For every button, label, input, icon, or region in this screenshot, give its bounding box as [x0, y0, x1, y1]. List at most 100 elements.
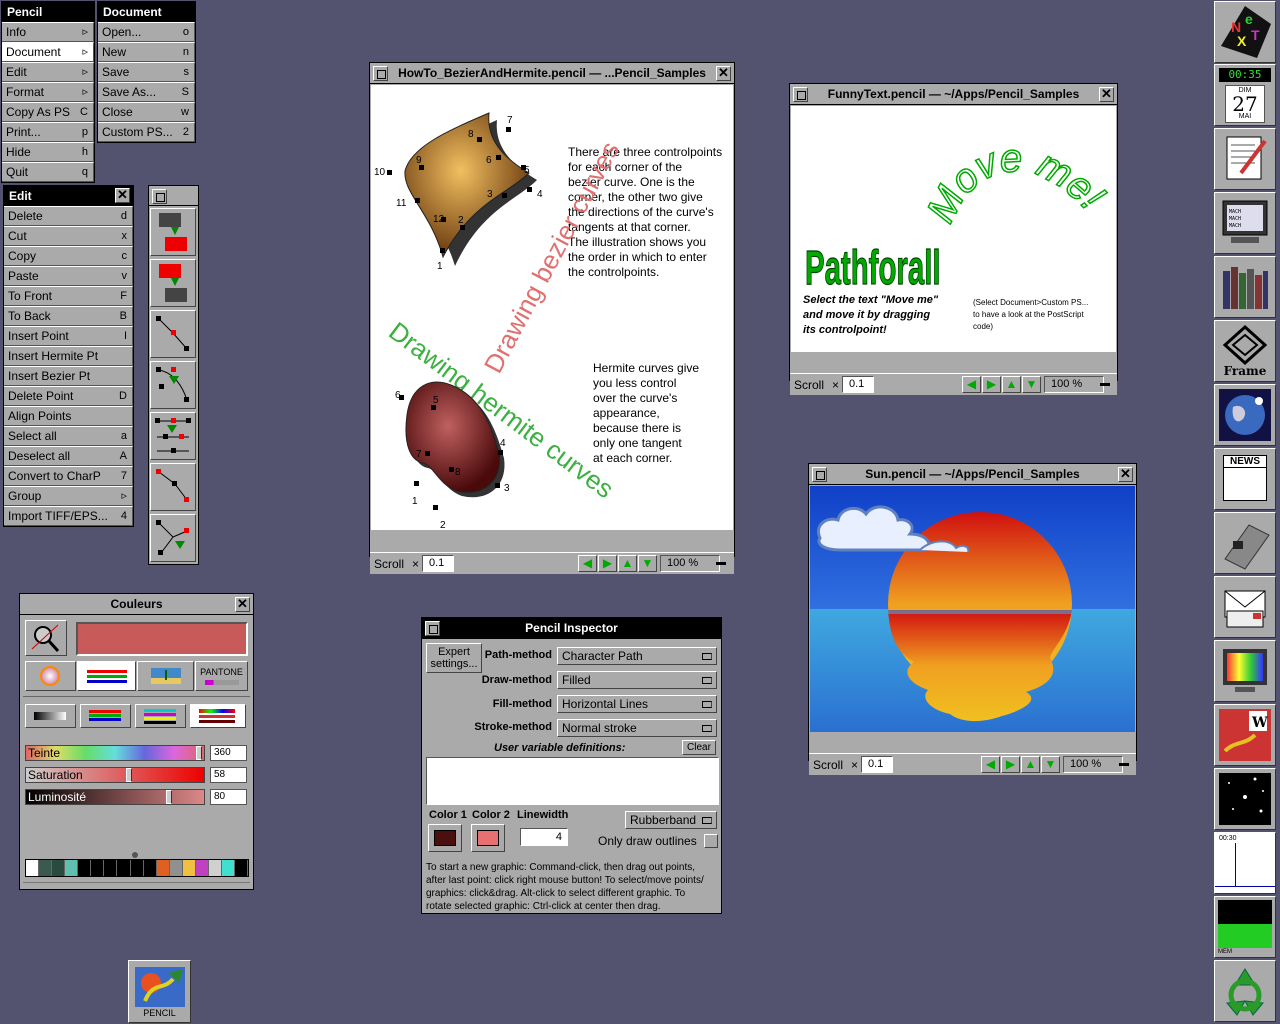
- scroll-down-icon[interactable]: ▼: [1041, 756, 1060, 773]
- clock-calendar-icon[interactable]: 00:35 DIM 27 MAI: [1214, 64, 1276, 126]
- send-backward-tool-icon[interactable]: [150, 259, 196, 307]
- menu-item-edit[interactable]: Edit ▹: [2, 62, 94, 82]
- close-icon[interactable]: ✕: [1099, 87, 1114, 102]
- slider-knob[interactable]: [196, 746, 202, 760]
- mailbox-app-icon[interactable]: [1214, 512, 1276, 574]
- zoom-level[interactable]: 100 %: [1063, 756, 1123, 773]
- palette-swatch[interactable]: [130, 860, 144, 876]
- miniaturize-icon[interactable]: [793, 87, 808, 102]
- color1-well[interactable]: [428, 824, 462, 852]
- globe-app-icon[interactable]: [1214, 384, 1276, 446]
- close-icon[interactable]: ✕: [1118, 467, 1133, 482]
- zoom-dropdown-icon[interactable]: ▬: [1100, 376, 1114, 393]
- zoom-level[interactable]: 100 %: [660, 555, 720, 572]
- palette-swatch[interactable]: [143, 860, 157, 876]
- bezier-tool-icon[interactable]: [150, 361, 196, 409]
- menu-item-cut[interactable]: Cut x: [4, 226, 133, 246]
- menu-item-hide[interactable]: Hide h: [2, 142, 94, 162]
- menu-item-new[interactable]: New n: [98, 42, 195, 62]
- menu-item-custom-ps[interactable]: Custom PS... 2: [98, 122, 195, 142]
- wordperfect-app-icon[interactable]: W: [1214, 704, 1276, 766]
- sun-window-titlebar[interactable]: Sun.pencil — ~/Apps/Pencil_Samples ✕: [809, 464, 1136, 485]
- menu-item-delete-point[interactable]: Delete Point D: [4, 386, 133, 406]
- inspector-titlebar[interactable]: Pencil Inspector: [422, 618, 721, 639]
- bezier-canvas[interactable]: 1 2 3 4 5 6 7 8 9 10 11 12 There are thr…: [371, 85, 733, 530]
- mail-app-icon[interactable]: [1214, 576, 1276, 638]
- hsb-mode-icon[interactable]: [190, 704, 246, 728]
- menu-item-convert-to-charp[interactable]: Convert to CharP 7: [4, 466, 133, 486]
- color-wheel-mode-icon[interactable]: [25, 661, 76, 691]
- bezier-window-titlebar[interactable]: HowTo_BezierAndHermite.pencil — ...Penci…: [370, 63, 734, 84]
- load-monitor-icon[interactable]: 00:30: [1214, 832, 1276, 894]
- bring-forward-tool-icon[interactable]: [150, 208, 196, 256]
- recycler-icon[interactable]: [1214, 960, 1276, 1022]
- funnytext-window-titlebar[interactable]: FunnyText.pencil — ~/Apps/Pencil_Samples…: [790, 84, 1117, 105]
- scroll-down-icon[interactable]: ▼: [638, 555, 657, 572]
- pencil-app-icon[interactable]: PENCIL: [128, 960, 191, 1023]
- only-draw-outlines-checkbox[interactable]: [704, 834, 718, 848]
- news-app-icon[interactable]: NEWS: [1214, 448, 1276, 510]
- zoom-dropdown-icon[interactable]: ▬: [1119, 756, 1133, 773]
- close-icon[interactable]: ✕: [235, 597, 250, 612]
- slider-knob[interactable]: [126, 768, 132, 782]
- palette-swatch[interactable]: [117, 860, 131, 876]
- slider-knob[interactable]: [166, 790, 172, 804]
- scroll-step-input[interactable]: 0.1: [422, 555, 454, 572]
- scroll-left-icon[interactable]: ◀: [962, 376, 981, 393]
- terminal-app-icon[interactable]: MACH MACH MACH: [1214, 192, 1276, 254]
- memory-monitor-icon[interactable]: MEM: [1214, 896, 1276, 958]
- scroll-down-icon[interactable]: ▼: [1022, 376, 1041, 393]
- miniaturize-icon[interactable]: [812, 467, 827, 482]
- scroll-step-input[interactable]: 0.1: [842, 376, 874, 393]
- clear-button[interactable]: Clear: [682, 740, 716, 755]
- path-method-popup[interactable]: Character Path: [557, 647, 717, 665]
- display-app-icon[interactable]: [1214, 640, 1276, 702]
- cmyk-mode-icon[interactable]: [135, 704, 186, 728]
- scroll-left-icon[interactable]: ◀: [578, 555, 597, 572]
- palette-swatch[interactable]: [26, 860, 40, 876]
- sun-canvas[interactable]: [810, 486, 1135, 732]
- menu-item-insert-hermite-pt[interactable]: Insert Hermite Pt: [4, 346, 133, 366]
- next-logo-icon[interactable]: NeXT: [1214, 1, 1276, 63]
- miniaturize-icon[interactable]: [152, 189, 167, 204]
- scroll-right-icon[interactable]: ▶: [598, 555, 617, 572]
- zoom-dropdown-icon[interactable]: ▬: [716, 555, 730, 572]
- user-variable-textarea[interactable]: [426, 757, 719, 805]
- palette-swatch[interactable]: [104, 860, 118, 876]
- hue-value-field[interactable]: 360: [210, 745, 247, 761]
- menu-item-delete[interactable]: Delete d: [4, 206, 133, 226]
- palette-swatch[interactable]: [235, 860, 249, 876]
- brightness-slider[interactable]: Luminosité: [25, 789, 205, 805]
- menu-item-copy-as-ps[interactable]: Copy As PS C: [2, 102, 94, 122]
- close-icon[interactable]: ✕: [716, 66, 731, 81]
- menu-item-import-tiff-eps[interactable]: Import TIFF/EPS... 4: [4, 506, 133, 526]
- magnifier-icon[interactable]: [25, 620, 67, 656]
- menu-item-save-as[interactable]: Save As... S: [98, 82, 195, 102]
- menu-item-copy[interactable]: Copy c: [4, 246, 133, 266]
- funnytext-canvas[interactable]: Move me! Pathforall Select the text "Mov…: [791, 106, 1116, 352]
- miniaturize-icon[interactable]: [425, 621, 440, 636]
- frame-app-icon[interactable]: Frame: [1214, 320, 1276, 382]
- linewidth-input[interactable]: 4: [520, 828, 568, 846]
- menu-item-to-back[interactable]: To Back B: [4, 306, 133, 326]
- palette-swatch[interactable]: [156, 860, 170, 876]
- scroll-up-icon[interactable]: ▲: [1021, 756, 1040, 773]
- palette-swatch[interactable]: [78, 860, 92, 876]
- librarian-app-icon[interactable]: [1214, 256, 1276, 318]
- scroll-step-input[interactable]: 0.1: [861, 756, 893, 773]
- line-tool-icon[interactable]: [150, 310, 196, 358]
- color-well[interactable]: [76, 622, 248, 656]
- scroll-left-icon[interactable]: ◀: [981, 756, 1000, 773]
- rgb-mode-icon[interactable]: [80, 704, 131, 728]
- sliders-mode-icon[interactable]: [77, 661, 136, 691]
- palette-swatch[interactable]: [208, 860, 222, 876]
- resize-bar[interactable]: [23, 882, 250, 888]
- scroll-up-icon[interactable]: ▲: [1002, 376, 1021, 393]
- palette-swatch[interactable]: [39, 860, 53, 876]
- hermite-tool-icon[interactable]: [150, 412, 196, 460]
- menu-item-format[interactable]: Format ▹: [2, 82, 94, 102]
- saturation-value-field[interactable]: 58: [210, 767, 247, 783]
- menu-item-insert-bezier-pt[interactable]: Insert Bezier Pt: [4, 366, 133, 386]
- image-palette-mode-icon[interactable]: [137, 661, 194, 691]
- saturation-slider[interactable]: Saturation: [25, 767, 205, 783]
